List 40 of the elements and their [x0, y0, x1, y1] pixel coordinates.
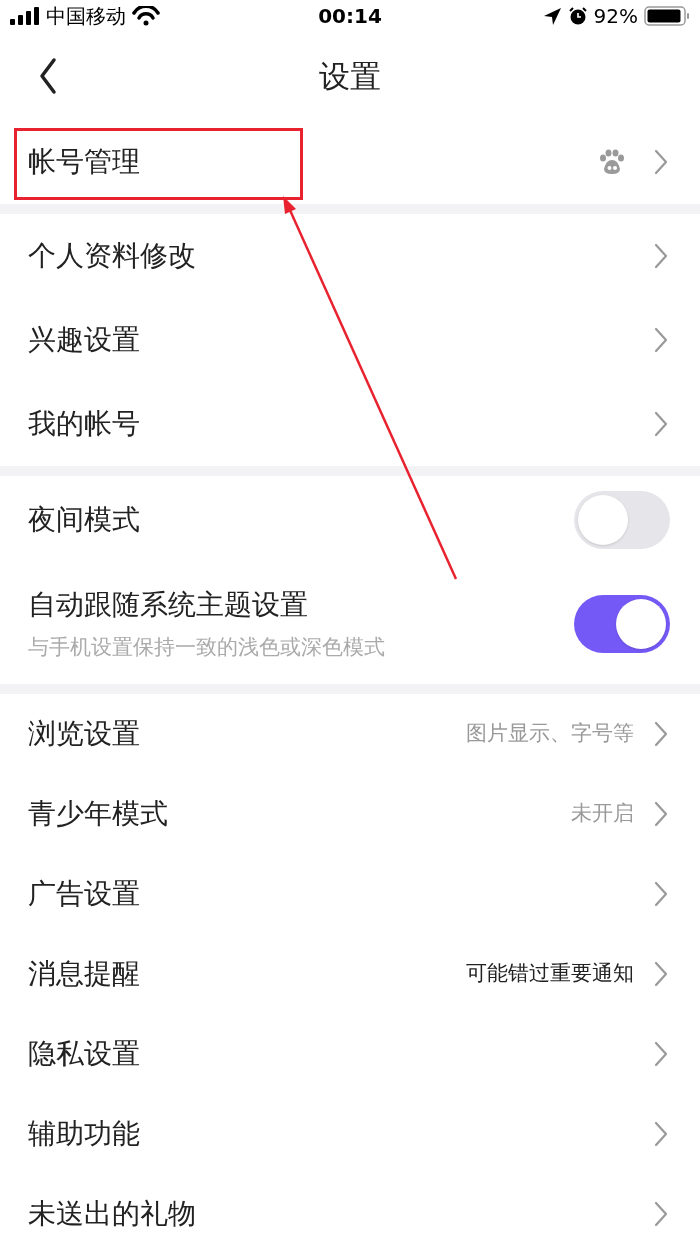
row-subtitle: 与手机设置保持一致的浅色或深色模式 [28, 634, 386, 662]
chevron-right-icon [654, 1201, 668, 1227]
chevron-right-icon [654, 961, 668, 987]
location-icon [542, 6, 562, 26]
settings-row[interactable]: 帐号管理 [0, 120, 700, 204]
chevron-right-icon [654, 1041, 668, 1067]
toggle-switch[interactable] [574, 595, 670, 653]
settings-row[interactable]: 兴趣设置 [0, 298, 700, 382]
row-label: 自动跟随系统主题设置 [28, 587, 309, 624]
settings-row[interactable]: 个人资料修改 [0, 214, 700, 298]
settings-row[interactable]: 我的帐号 [0, 382, 700, 466]
settings-row[interactable]: 浏览设置 图片显示、字号等 [0, 694, 700, 774]
chevron-right-icon [654, 411, 668, 437]
chevron-right-icon [654, 327, 668, 353]
chevron-right-icon [654, 149, 668, 175]
chevron-right-icon [654, 801, 668, 827]
carrier-name: 中国移动 [46, 3, 126, 30]
wifi-icon [132, 6, 160, 26]
settings-row[interactable]: 辅助功能 [0, 1094, 700, 1174]
battery-icon [644, 6, 690, 26]
status-time: 00:14 [317, 3, 383, 30]
row-hint: 可能错过重要通知 [466, 960, 634, 988]
alarm-icon [567, 6, 588, 26]
chevron-right-icon [654, 721, 668, 747]
page-title: 设置 [319, 56, 381, 96]
row-hint: 图片显示、字号等 [466, 720, 634, 748]
settings-row[interactable]: 消息提醒 可能错过重要通知 [0, 934, 700, 1014]
settings-row[interactable]: 广告设置 [0, 854, 700, 934]
signal-icon [10, 6, 40, 26]
chevron-right-icon [654, 243, 668, 269]
battery-percent: 92% [593, 3, 638, 30]
settings-row[interactable]: 隐私设置 [0, 1014, 700, 1094]
paw-icon [598, 149, 626, 175]
settings-row[interactable]: 青少年模式 未开启 [0, 774, 700, 854]
settings-row[interactable]: 未送出的礼物 [0, 1174, 700, 1246]
chevron-right-icon [654, 881, 668, 907]
row-hint: 未开启 [571, 800, 634, 828]
row-label: 夜间模式 [28, 502, 141, 538]
chevron-right-icon [654, 1121, 668, 1147]
back-icon [38, 57, 58, 95]
